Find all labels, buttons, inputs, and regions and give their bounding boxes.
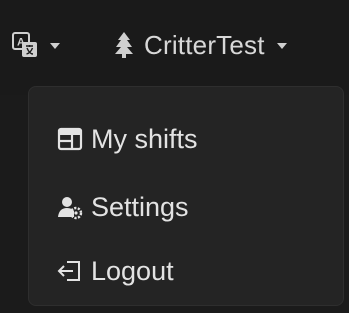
menu-item-logout[interactable]: Logout [29,243,343,299]
user-tree-icon [112,31,136,59]
username-label: CritterTest [144,29,265,60]
menu-item-label: Logout [91,255,174,286]
language-selector[interactable]: A [12,28,60,62]
top-navbar: A CritterTest [0,0,349,95]
chevron-down-icon [276,43,287,49]
user-dropdown-menu: My shifts Settings Logout [28,86,344,306]
menu-item-settings[interactable]: Settings [29,179,343,235]
menu-item-my-shifts[interactable]: My shifts [29,111,343,167]
logout-icon [57,258,83,284]
user-menu-toggle[interactable]: CritterTest [112,28,287,62]
chevron-down-icon [50,43,60,49]
menu-item-label: Settings [91,191,189,222]
menu-item-label: My shifts [91,123,198,154]
calendar-icon [57,126,83,152]
user-gear-icon [57,194,83,220]
translate-icon: A [12,32,38,58]
